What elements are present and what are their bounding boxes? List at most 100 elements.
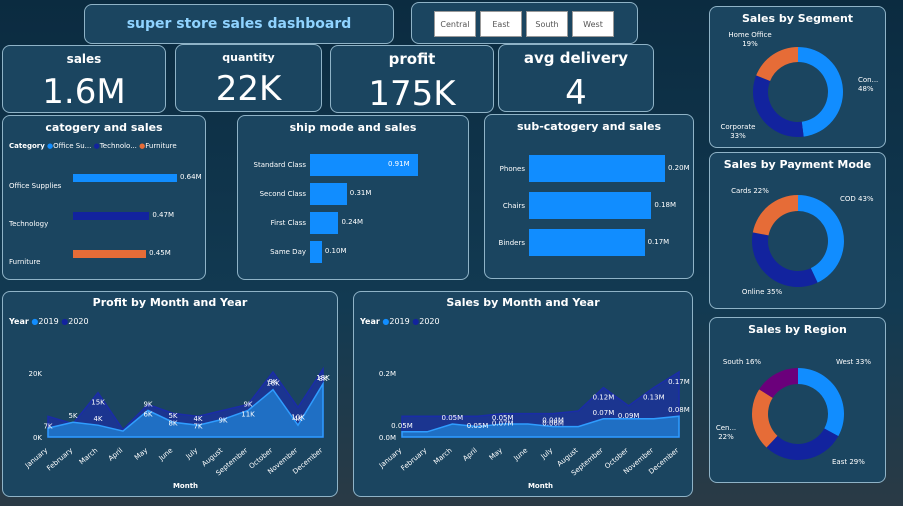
legend-title: Category bbox=[9, 142, 45, 150]
dashboard-title-card: super store sales dashboard bbox=[84, 4, 394, 44]
donut-slice[interactable] bbox=[752, 195, 798, 236]
data-label: 0.17M bbox=[668, 378, 690, 386]
bar[interactable] bbox=[529, 229, 645, 256]
category-label: Binders bbox=[498, 239, 525, 247]
legend: Category ●Office Su... ●Technolo... ●Fur… bbox=[9, 142, 177, 150]
x-tick: July bbox=[184, 446, 200, 461]
donut-slice[interactable] bbox=[766, 428, 839, 460]
data-label: 11K bbox=[241, 411, 255, 419]
data-label: 6K bbox=[143, 411, 152, 419]
slicer-west[interactable]: West bbox=[572, 11, 614, 37]
category-label: Standard Class bbox=[253, 161, 307, 169]
payment-donut-chart[interactable]: Sales by Payment Mode COD 43% Online 35% C… bbox=[709, 152, 886, 309]
data-label: 7K bbox=[193, 422, 202, 430]
kpi-avg-delivery-label: avg delivery bbox=[523, 49, 629, 67]
data-label: 0.07M bbox=[492, 420, 514, 428]
slice-label: Corporate 33% bbox=[721, 123, 756, 140]
donut-slice[interactable] bbox=[798, 368, 844, 437]
category-label: Same Day bbox=[270, 248, 306, 256]
legend-item: Furniture bbox=[145, 142, 177, 150]
bar[interactable] bbox=[73, 174, 177, 182]
bar[interactable] bbox=[310, 212, 339, 234]
ship-mode-sales-chart[interactable]: ship mode and sales Standard Class 0.91M S… bbox=[237, 115, 469, 280]
data-label: 0.05M bbox=[467, 422, 489, 430]
x-tick: May bbox=[488, 446, 504, 461]
sales-month-year-chart[interactable]: Sales by Month and Year Year ●2019 ●2020… bbox=[353, 291, 693, 497]
kpi-profit-value: 175K bbox=[368, 74, 456, 114]
data-label: 5K bbox=[68, 412, 77, 420]
y-tick: 0.2M bbox=[379, 370, 396, 378]
x-tick: March bbox=[432, 446, 453, 466]
bar[interactable] bbox=[73, 212, 150, 220]
slice-label: South 16% bbox=[723, 358, 761, 366]
region-donut-chart[interactable]: Sales by Region West 33% East 29% Cen... 22… bbox=[709, 317, 886, 483]
profit-month-year-chart[interactable]: Profit by Month and Year Year ●2019 ●202… bbox=[2, 291, 338, 497]
x-axis-title: Month bbox=[528, 482, 553, 490]
data-label: 10K bbox=[291, 413, 305, 421]
data-label: 0.10M bbox=[324, 247, 347, 255]
kpi-avg-delivery: avg delivery 4 bbox=[498, 44, 654, 113]
slice-label: COD 43% bbox=[840, 195, 874, 203]
data-label: 0.64M bbox=[180, 173, 202, 181]
x-tick: April bbox=[461, 446, 478, 462]
data-label: 0.31M bbox=[349, 189, 372, 197]
kpi-sales-value: 1.6M bbox=[42, 72, 126, 112]
data-label: 8K bbox=[318, 375, 327, 383]
slice-label: Online 35% bbox=[742, 288, 783, 296]
donut-slice[interactable] bbox=[752, 232, 818, 287]
kpi-quantity: quantity 22K bbox=[175, 44, 322, 112]
kpi-sales: sales 1.6M bbox=[2, 45, 166, 113]
x-axis-title: Month bbox=[173, 482, 198, 490]
category-label: Phones bbox=[499, 165, 525, 173]
kpi-sales-label: sales bbox=[66, 52, 102, 66]
data-label: 0.05M bbox=[391, 422, 413, 430]
slicer-east[interactable]: East bbox=[480, 11, 522, 37]
donut-slice[interactable] bbox=[753, 75, 804, 137]
x-tick: February bbox=[400, 446, 429, 472]
data-label: 0.17M bbox=[647, 237, 670, 246]
data-label: 0.12M bbox=[593, 394, 615, 402]
data-label: 0.06M bbox=[542, 420, 564, 428]
y-tick: 0.0M bbox=[379, 434, 396, 442]
donut-slice[interactable] bbox=[798, 195, 844, 283]
slicer-south[interactable]: South bbox=[526, 11, 568, 37]
legend-item: Office Su... bbox=[53, 142, 92, 150]
category-sales-chart[interactable]: catogery and sales Category ●Office Su..… bbox=[2, 115, 206, 280]
slice-label: Home Office 19% bbox=[728, 31, 771, 48]
x-tick: July bbox=[539, 446, 555, 461]
category-label: Office Supplies bbox=[9, 182, 62, 190]
bar[interactable] bbox=[310, 183, 347, 205]
data-label: 0.05M bbox=[442, 414, 464, 422]
data-label: 7K bbox=[43, 422, 52, 430]
chart-title: ship mode and sales bbox=[289, 121, 417, 134]
category-label: Technology bbox=[9, 220, 49, 228]
slice-label: East 29% bbox=[832, 458, 865, 466]
x-tick: June bbox=[157, 446, 175, 463]
data-label: 0.24M bbox=[341, 218, 364, 226]
bar[interactable] bbox=[529, 192, 652, 219]
donut-slice[interactable] bbox=[798, 47, 844, 137]
slicer-central[interactable]: Central bbox=[434, 11, 476, 37]
segment-donut-chart[interactable]: Sales by Segment Con... 48% Corporate 33% Ho… bbox=[709, 6, 886, 148]
data-label: 0.91M bbox=[388, 160, 410, 168]
category-label: Second Class bbox=[259, 190, 306, 198]
data-label: 8K bbox=[168, 419, 177, 427]
donut-slice[interactable] bbox=[752, 389, 778, 448]
chart-title: catogery and sales bbox=[45, 121, 163, 134]
y-tick: 20K bbox=[29, 370, 43, 378]
slice-label: Con... 48% bbox=[858, 76, 878, 93]
bar[interactable] bbox=[73, 250, 147, 258]
bar[interactable] bbox=[529, 155, 665, 182]
region-slicer: Central East South West bbox=[411, 2, 638, 44]
kpi-quantity-value: 22K bbox=[215, 69, 282, 109]
category-label: Chairs bbox=[502, 202, 525, 210]
dashboard-title: super store sales dashboard bbox=[126, 16, 352, 32]
kpi-profit: profit 175K bbox=[330, 45, 494, 114]
donut-slice[interactable] bbox=[756, 47, 798, 81]
data-label: 0.09M bbox=[618, 412, 640, 420]
x-tick: June bbox=[512, 446, 530, 463]
subcategory-sales-chart[interactable]: sub-catogery and sales Phones 0.20M Chairs… bbox=[484, 114, 694, 279]
y-tick: 0K bbox=[33, 434, 42, 442]
data-label: 0.47M bbox=[152, 211, 175, 219]
bar[interactable] bbox=[310, 241, 322, 263]
